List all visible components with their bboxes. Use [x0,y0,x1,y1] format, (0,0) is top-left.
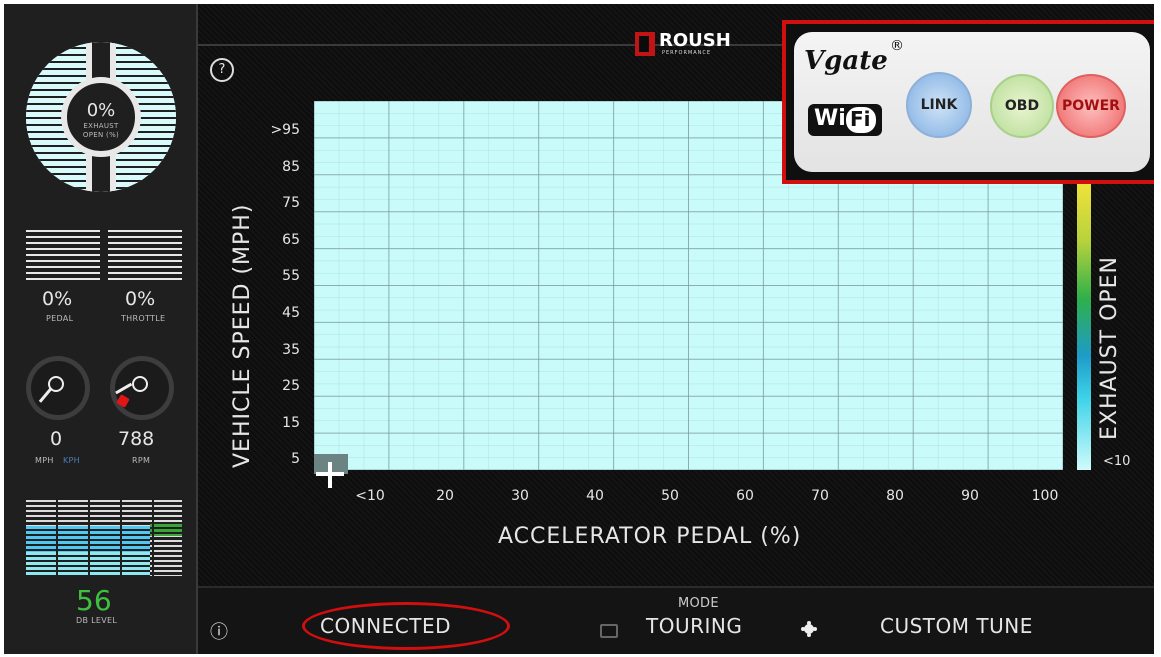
footer-bar: ⓘ CONNECTED MODE TOURING CUSTOM TUNE [198,586,1154,654]
exhaust-color-scale [1077,184,1091,470]
vgate-device-overlay: Vgate ® Wi Fi LINK OBD POWER [782,20,1154,184]
crosshair-cursor[interactable] [310,454,350,488]
sun-icon [804,624,814,634]
y-tick-label: 5 [291,451,300,468]
x-tick-label: 100 [1031,488,1059,504]
y-tick-label: 25 [282,378,300,395]
speed-unit-mph[interactable]: MPH [35,456,54,465]
y-tick-label: 45 [282,305,300,321]
right-axis-label: EXHAUST OPEN [1097,255,1122,440]
power-led: POWER [1056,74,1126,138]
x-tick-label: 40 [586,488,604,504]
left-gauge-panel: 0% EXHAUST OPEN (%) 0% 0% PEDAL THROTTLE… [4,4,198,654]
db-value: 56 [76,584,112,617]
speed-value: 0 [50,428,63,450]
x-tick-label: 90 [961,488,979,504]
y-tick-label: >95 [270,122,300,138]
rpm-value: 788 [118,428,155,450]
app-window: 0% EXHAUST OPEN (%) 0% 0% PEDAL THROTTLE… [4,4,1154,654]
roush-logo: ROUSH PERFORMANCE [635,30,763,58]
x-tick-label: 60 [736,488,754,504]
exhaust-label: EXHAUST [83,122,119,130]
y-tick-label: 85 [282,158,300,175]
mode-label: MODE [678,596,719,611]
x-tick-label: 50 [661,488,679,504]
y-tick-label: 55 [282,268,300,285]
throttle-value: 0% [125,288,156,310]
pedal-value: 0% [42,288,73,310]
custom-tune[interactable]: CUSTOM TUNE [880,614,1033,638]
wifi-fi-box: Fi [846,107,876,133]
speed-unit-kph[interactable]: KPH [63,456,80,465]
pedal-label: PEDAL [46,314,74,323]
status-highlight-ellipse [302,602,510,650]
x-axis-label: ACCELERATOR PEDAL (%) [498,524,802,549]
exhaust-label-unit: OPEN (%) [82,131,120,139]
battery-icon [600,624,618,638]
exhaust-value: 0% [86,100,116,121]
y-tick-label: 65 [282,231,300,248]
x-tick-label: <10 [355,488,385,504]
wifi-text-fi: Fi [850,107,871,131]
x-tick-label: 20 [436,488,454,504]
vgate-registered: ® [890,38,904,54]
x-tick-label: 70 [811,488,829,504]
rpm-gauge [110,356,174,420]
pedal-bar-meter [26,230,100,282]
brand-subtitle: PERFORMANCE [662,50,712,56]
vgate-brand: Vgate [804,46,888,76]
x-tick-label: 80 [886,488,904,504]
speed-gauge [26,356,90,420]
info-icon[interactable]: ⓘ [210,618,228,644]
y-tick-label: 75 [282,195,300,212]
rpm-label: RPM [132,456,151,465]
brand-name: ROUSH [659,30,731,51]
mode-value[interactable]: TOURING [646,614,742,638]
obd-led: OBD [990,74,1054,138]
right-axis-tick: <10 [1103,454,1131,469]
y-tick-label: 15 [282,414,300,431]
y-tick-label: 35 [282,341,300,358]
throttle-label: THROTTLE [121,314,166,323]
db-level-meter [26,500,182,576]
wifi-badge: Wi Fi [808,104,882,136]
x-tick-label: 30 [511,488,529,504]
y-axis-label: VEHICLE SPEED (MPH) [230,203,255,468]
help-icon[interactable]: ? [210,58,234,82]
link-led: LINK [906,72,972,138]
throttle-bar-meter [108,230,182,282]
db-label: DB LEVEL [76,616,118,625]
wifi-text-wi: Wi [814,106,846,131]
exhaust-dial: 0% EXHAUST OPEN (%) [26,42,176,192]
